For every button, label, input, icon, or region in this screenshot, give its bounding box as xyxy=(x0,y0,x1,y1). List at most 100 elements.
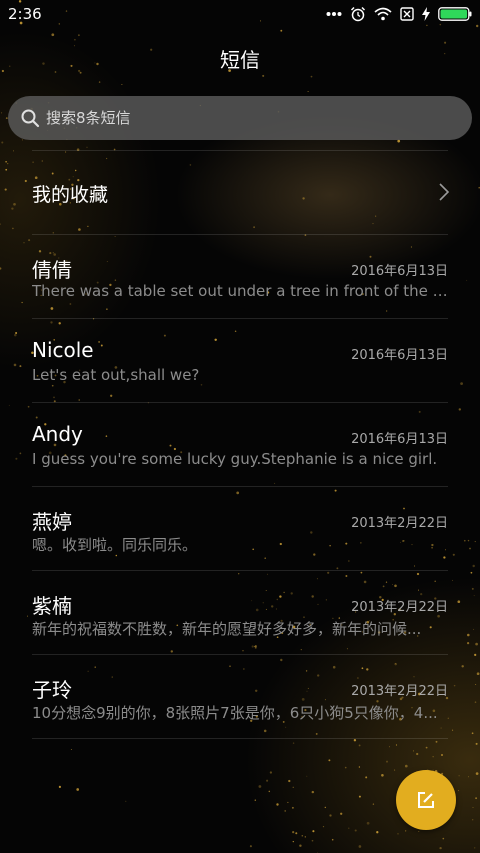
message-date: 2016年6月13日 xyxy=(351,432,448,447)
sparkle xyxy=(86,146,88,148)
sparkle xyxy=(324,806,326,809)
sparkle xyxy=(405,830,407,832)
compose-button[interactable] xyxy=(396,770,456,830)
conversation-item[interactable]: 子玲 2013年2月22日 10分想念9别的你，8张照片7张是你，6只小狗5只像… xyxy=(0,654,480,738)
status-bar: 2:36 xyxy=(0,0,480,28)
sparkle xyxy=(474,847,476,849)
sparkle xyxy=(312,830,315,833)
sparkle xyxy=(344,766,347,769)
sparkle xyxy=(468,776,469,778)
sparkle xyxy=(404,764,408,768)
sparkle xyxy=(358,845,362,848)
sparkle xyxy=(299,844,302,847)
message-preview: 10分想念9别的你，8张照片7张是你，6只小狗5只像你，4... xyxy=(32,704,438,722)
divider xyxy=(32,738,448,739)
sparkle xyxy=(1,112,3,114)
message-date: 2016年6月13日 xyxy=(351,264,448,279)
sparkle xyxy=(328,759,331,762)
sparkle xyxy=(372,803,375,805)
more-dots-icon xyxy=(326,12,342,16)
sparkle xyxy=(310,75,313,78)
battery-icon xyxy=(438,7,472,21)
sparkle xyxy=(442,837,445,840)
sparkle xyxy=(70,748,72,751)
search-icon xyxy=(21,109,40,128)
sparkle xyxy=(425,746,428,749)
conversation-item[interactable]: Nicole 2016年6月13日 Let's eat out,shall we… xyxy=(0,318,480,402)
sparkle xyxy=(397,139,401,143)
sparkle xyxy=(76,788,80,791)
sparkle xyxy=(395,744,398,746)
sparkle xyxy=(262,74,265,77)
contact-name: 倩倩 xyxy=(32,258,72,282)
message-date: 2013年2月22日 xyxy=(351,684,448,699)
search-bar[interactable] xyxy=(8,96,472,140)
sparkle xyxy=(280,29,283,32)
status-time: 2:36 xyxy=(8,5,42,23)
sparkle xyxy=(276,803,279,806)
message-preview: 嗯。收到啦。同乐同乐。 xyxy=(32,536,198,554)
sparkle xyxy=(475,797,478,800)
sparkle xyxy=(78,34,80,37)
sparkle xyxy=(284,810,287,812)
sparkle xyxy=(74,38,76,41)
contact-name: Andy xyxy=(32,422,83,446)
sparkle xyxy=(435,740,438,743)
sparkle xyxy=(376,831,379,834)
alarm-icon xyxy=(350,6,366,22)
sparkle xyxy=(311,790,315,794)
message-preview: There was a table set out under a tree i… xyxy=(32,282,448,300)
contact-name: 紫楠 xyxy=(32,594,72,618)
sparkle xyxy=(125,800,127,802)
sparkle xyxy=(268,790,271,793)
conversation-item[interactable]: 倩倩 2016年6月13日 There was a table set out … xyxy=(0,234,480,318)
sparkle xyxy=(331,838,334,841)
sparkle xyxy=(301,834,304,837)
sparkle xyxy=(475,742,478,745)
sparkle xyxy=(365,776,368,779)
sparkle xyxy=(348,827,350,829)
sparkle xyxy=(258,785,262,788)
conversation-item[interactable]: 紫楠 2013年2月22日 新年的祝福数不胜数，新年的愿望好多好多，新年的问候.… xyxy=(0,570,480,654)
sparkle xyxy=(292,742,295,744)
sparkle xyxy=(397,833,399,835)
favorites-item[interactable]: 我的收藏 xyxy=(0,150,480,234)
sparkle xyxy=(358,795,361,798)
sparkle xyxy=(432,756,434,758)
message-date: 2013年2月22日 xyxy=(351,516,448,531)
sparkle xyxy=(51,33,55,37)
sparkle xyxy=(98,81,101,83)
sparkle xyxy=(58,785,62,789)
message-preview: 新年的祝福数不胜数，新年的愿望好多好多，新年的问候... xyxy=(32,620,422,638)
sparkle xyxy=(458,790,459,792)
sparkle xyxy=(412,750,414,752)
sparkle xyxy=(1,141,4,144)
page-title: 短信 xyxy=(220,48,260,72)
message-date: 2016年6月13日 xyxy=(351,348,448,363)
sparkle xyxy=(353,739,357,742)
contact-name: Nicole xyxy=(32,338,94,362)
sparkle xyxy=(472,819,474,821)
sparkle xyxy=(121,84,123,85)
sparkle xyxy=(418,831,420,833)
sparkle xyxy=(306,775,308,777)
sparkle xyxy=(322,826,325,828)
contact-name: 燕婷 xyxy=(32,510,72,534)
sparkle xyxy=(472,807,474,808)
sparkle xyxy=(269,771,273,774)
conversation-item[interactable]: 燕婷 2013年2月22日 嗯。收到啦。同乐同乐。 xyxy=(0,486,480,570)
conversation-item[interactable]: Andy 2016年6月13日 I guess you're some luck… xyxy=(0,402,480,486)
sparkle xyxy=(416,752,419,756)
sparkle xyxy=(292,786,294,788)
search-input[interactable] xyxy=(44,108,448,128)
sparkle xyxy=(340,812,343,815)
sparkle xyxy=(354,829,357,832)
contact-name: 子玲 xyxy=(32,678,72,702)
sparkle xyxy=(292,840,294,843)
charging-icon xyxy=(422,7,430,21)
sparkle xyxy=(388,746,391,748)
sparkle xyxy=(288,779,291,783)
sparkle xyxy=(358,766,361,768)
sparkle xyxy=(295,832,298,835)
sparkle xyxy=(458,775,460,777)
